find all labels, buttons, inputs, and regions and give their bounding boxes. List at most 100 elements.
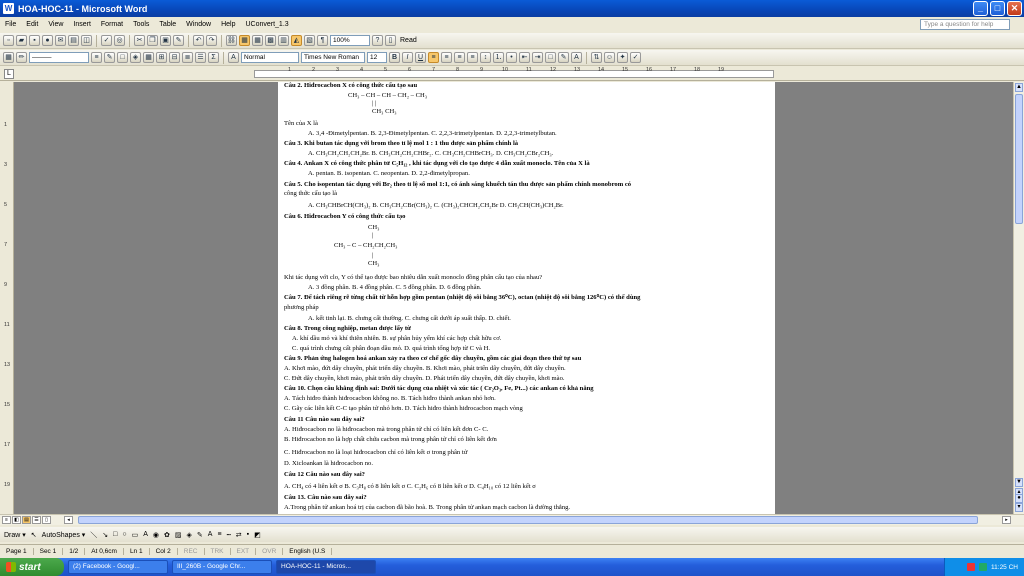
highlight-icon[interactable]: ✎ [558, 52, 569, 63]
next-page-icon[interactable]: ▾ [1015, 503, 1023, 512]
font-color-2-icon[interactable]: A [208, 531, 213, 538]
sort-icon[interactable]: ⇅ [591, 52, 602, 63]
outside-border-icon[interactable]: □ [117, 52, 128, 63]
menu-uconvert[interactable]: UConvert_1.3 [240, 21, 293, 28]
picture-icon[interactable]: ▨ [175, 531, 182, 539]
bullets-icon[interactable]: • [506, 52, 517, 63]
clock[interactable]: 11:25 CH [991, 564, 1018, 571]
zoom-select[interactable]: 100% [330, 35, 370, 46]
smiley-icon[interactable]: ☺ [604, 52, 615, 63]
vertical-scrollbar[interactable]: ▲ ▼ ▴ ● ▾ [1013, 82, 1024, 514]
vertical-ruler[interactable]: 1 3 5 7 9 11 13 15 17 19 [0, 82, 14, 514]
bold-button[interactable]: B [389, 52, 400, 63]
read-mode-icon[interactable]: ▯ [385, 35, 396, 46]
paste-icon[interactable]: ▣ [160, 35, 171, 46]
3d-icon[interactable]: ◩ [254, 531, 261, 539]
font-color-icon[interactable]: A [571, 52, 582, 63]
scroll-down-icon[interactable]: ▼ [1015, 478, 1023, 487]
tables-toolbar-icon[interactable]: ▦ [3, 52, 14, 63]
status-ovr[interactable]: OVR [256, 547, 284, 555]
increase-indent-icon[interactable]: ⇥ [532, 52, 543, 63]
fill-color-icon[interactable]: ◈ [187, 531, 192, 539]
font-select[interactable]: Times New Roman [301, 52, 365, 63]
insert-excel-icon[interactable]: ▩ [265, 35, 276, 46]
print-icon[interactable]: ▤ [68, 35, 79, 46]
horizontal-scroll-thumb[interactable] [78, 516, 978, 524]
menu-table[interactable]: Table [154, 21, 181, 28]
document-workspace[interactable]: Câu 2. Hiđrocacbon X có công thức cấu tạ… [14, 82, 1013, 514]
align-center-icon[interactable]: ≡ [441, 52, 452, 63]
network-tray-icon[interactable] [979, 563, 988, 571]
format-painter-icon[interactable]: ✎ [173, 35, 184, 46]
numbering-icon[interactable]: ⒈ [493, 52, 504, 63]
vertical-scroll-thumb[interactable] [1015, 94, 1023, 224]
start-button[interactable]: start [0, 558, 64, 576]
menu-edit[interactable]: Edit [21, 21, 43, 28]
normal-view-icon[interactable]: ≡ [2, 516, 11, 524]
close-button[interactable]: ✕ [1007, 1, 1022, 16]
rectangle-icon[interactable]: □ [113, 531, 117, 538]
horizontal-ruler[interactable]: L 1 2 3 4 5 6 7 8 9 10 11 12 13 14 15 16… [0, 67, 1024, 81]
menu-help[interactable]: Help [216, 21, 240, 28]
insert-table-2-icon[interactable]: ▦ [143, 52, 154, 63]
taskbar-item-chrome[interactable]: III_260B - Google Chr... [172, 560, 272, 574]
help-search-input[interactable]: Type a question for help [920, 19, 1010, 30]
check-icon[interactable]: ✓ [630, 52, 641, 63]
status-rec[interactable]: REC [178, 547, 205, 555]
read-button[interactable]: Read [398, 37, 419, 44]
spelling-icon[interactable]: ✓ [101, 35, 112, 46]
print-preview-icon[interactable]: ◫ [81, 35, 92, 46]
antivirus-tray-icon[interactable] [967, 563, 976, 571]
columns-icon[interactable]: ▥ [278, 35, 289, 46]
word-app-icon[interactable]: W [3, 3, 14, 14]
dash-style-icon[interactable]: ┅ [227, 531, 231, 539]
print-view-icon[interactable]: ▤ [22, 516, 31, 524]
select-objects-icon[interactable]: ↖ [31, 531, 37, 539]
split-cells-icon[interactable]: ⊟ [169, 52, 180, 63]
line-spacing-icon[interactable]: ↕ [480, 52, 491, 63]
insert-table-icon[interactable]: ▦ [252, 35, 263, 46]
scroll-left-icon[interactable]: ◂ [64, 516, 73, 524]
status-trk[interactable]: TRK [205, 547, 231, 555]
drawing-icon[interactable]: ◭ [291, 35, 302, 46]
clipart-icon[interactable]: ✿ [164, 531, 170, 539]
outside-border-2-icon[interactable]: □ [545, 52, 556, 63]
align-left-icon[interactable]: ≡ [428, 52, 439, 63]
oval-icon[interactable]: ○ [122, 531, 126, 538]
horizontal-scrollbar[interactable]: ≡ ◧ ▤ ☰ ▯ ◂ ▸ [0, 514, 1024, 525]
shading-color-icon[interactable]: ◈ [130, 52, 141, 63]
distribute-rows-icon[interactable]: ☰ [195, 52, 206, 63]
status-ext[interactable]: EXT [231, 547, 257, 555]
help-icon[interactable]: ? [372, 35, 383, 46]
menu-window[interactable]: Window [181, 21, 216, 28]
shadow-icon[interactable]: ▪ [247, 531, 249, 538]
diagram-icon[interactable]: ◉ [153, 531, 159, 539]
merge-cells-icon[interactable]: ⊞ [156, 52, 167, 63]
redo-icon[interactable]: ↷ [206, 35, 217, 46]
align-right-icon[interactable]: ≡ [454, 52, 465, 63]
scroll-right-icon[interactable]: ▸ [1002, 516, 1011, 524]
line-color-icon[interactable]: ✎ [197, 531, 203, 539]
style-select[interactable]: Normal [241, 52, 299, 63]
menu-tools[interactable]: Tools [128, 21, 154, 28]
textbox-icon[interactable]: ▭ [132, 531, 139, 539]
styles-icon[interactable]: A [228, 52, 239, 63]
permission-icon[interactable]: ● [42, 35, 53, 46]
draw-table-icon[interactable]: ✏ [16, 52, 27, 63]
justify-icon[interactable]: ≡ [467, 52, 478, 63]
underline-button[interactable]: U [415, 52, 426, 63]
wordart-icon[interactable]: A [143, 531, 148, 538]
menu-format[interactable]: Format [96, 21, 128, 28]
menu-file[interactable]: File [0, 21, 21, 28]
minimize-button[interactable]: _ [973, 1, 988, 16]
taskbar-item-word[interactable]: HOA-HOC-11 - Micros... [276, 560, 376, 574]
save-icon[interactable]: ▪ [29, 35, 40, 46]
browse-object-icon[interactable]: ● [1015, 494, 1023, 503]
italic-button[interactable]: I [402, 52, 413, 63]
document-page[interactable]: Câu 2. Hiđrocacbon X có công thức cấu tạ… [278, 82, 775, 514]
hyperlink-icon[interactable]: ⛓ [226, 35, 237, 46]
copy-icon[interactable]: ❐ [147, 35, 158, 46]
undo-icon[interactable]: ↶ [193, 35, 204, 46]
web-view-icon[interactable]: ◧ [12, 516, 21, 524]
font-size-select[interactable]: 12 [367, 52, 387, 63]
